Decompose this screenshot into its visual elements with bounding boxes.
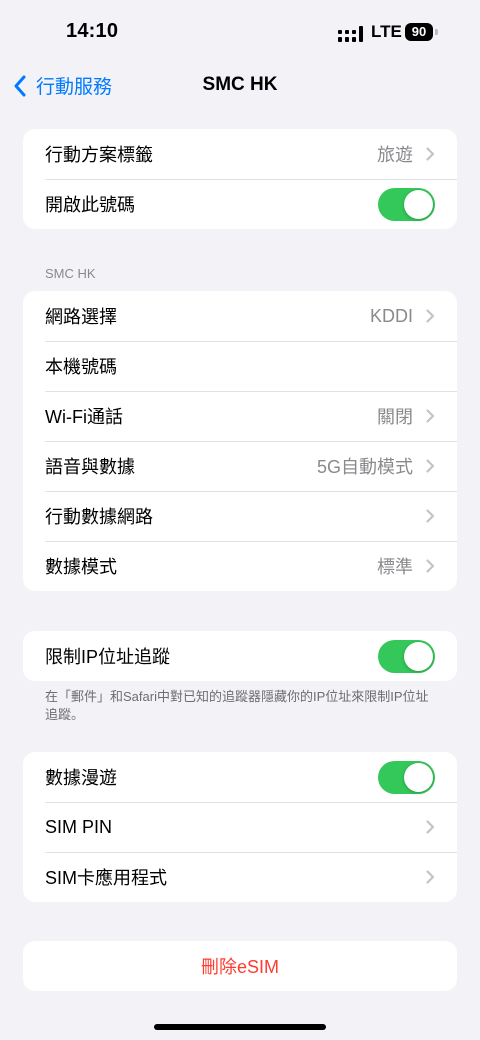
row-value: 關閉	[377, 407, 413, 427]
limit-ip-tracking-toggle[interactable]	[378, 640, 435, 673]
ip-tracking-group: 限制IP位址追蹤	[23, 631, 457, 681]
plan-label-row[interactable]: 行動方案標籤 旅遊	[23, 129, 457, 179]
delete-esim-button[interactable]: 刪除eSIM	[23, 941, 457, 991]
row-label: 數據漫遊	[45, 768, 117, 788]
my-number-row[interactable]: 本機號碼	[23, 341, 457, 391]
cellular-data-network-row[interactable]: 行動數據網路	[23, 491, 457, 541]
row-label: 語音與數據	[45, 457, 135, 477]
row-label: Wi-Fi通話	[45, 407, 123, 427]
row-label: SIM卡應用程式	[45, 868, 168, 888]
row-label: 限制IP位址追蹤	[45, 647, 171, 667]
home-indicator[interactable]	[154, 1024, 326, 1030]
chevron-right-icon	[426, 509, 435, 523]
navigation-bar: 行動服務 SMC HK	[0, 64, 480, 108]
battery-tip	[435, 29, 438, 35]
data-roaming-toggle[interactable]	[378, 761, 435, 794]
section-header: SMC HK	[45, 266, 96, 281]
row-label: 行動數據網路	[45, 507, 153, 527]
row-value: 標準	[377, 557, 413, 577]
delete-esim-label: 刪除eSIM	[200, 957, 279, 977]
chevron-right-icon	[426, 309, 435, 323]
data-mode-row[interactable]: 數據模式 標準	[23, 541, 457, 591]
network-selection-row[interactable]: 網路選擇 KDDI	[23, 291, 457, 341]
wifi-calling-row[interactable]: Wi-Fi通話 關閉	[23, 391, 457, 441]
section-footer: 在「郵件」和Safari中對已知的追蹤器隱藏你的IP位址來限制IP位址追蹤。	[45, 689, 429, 722]
chevron-right-icon	[426, 147, 435, 161]
page-title: SMC HK	[202, 74, 278, 95]
turn-on-line-toggle[interactable]	[378, 188, 435, 221]
network-type: LTE	[371, 22, 402, 41]
chevron-right-icon	[426, 459, 435, 473]
toggle-knob	[404, 763, 433, 792]
row-label: 開啟此號碼	[45, 195, 135, 215]
turn-on-line-row: 開啟此號碼	[23, 179, 457, 229]
row-label: 數據模式	[45, 557, 117, 577]
row-value: KDDI	[369, 305, 413, 326]
voice-data-row[interactable]: 語音與數據 5G自動模式	[23, 441, 457, 491]
roaming-sim-group: 數據漫遊 SIM PIN SIM卡應用程式	[23, 752, 457, 902]
toggle-knob	[404, 190, 433, 219]
chevron-right-icon	[426, 409, 435, 423]
carrier-group: 網路選擇 KDDI 本機號碼 Wi-Fi通話 關閉 語音與數據 5G自動模式 行…	[23, 291, 457, 591]
battery-icon: 90	[405, 23, 433, 41]
row-label: 行動方案標籤	[45, 145, 153, 165]
chevron-right-icon	[426, 820, 435, 834]
sim-pin-row[interactable]: SIM PIN	[23, 802, 457, 852]
plan-group: 行動方案標籤 旅遊 開啟此號碼	[23, 129, 457, 229]
row-label: SIM PIN	[45, 816, 113, 837]
cellular-signal-icon	[338, 26, 363, 42]
status-bar: 14:10 LTE 90	[0, 0, 480, 64]
row-label: 網路選擇	[45, 307, 117, 327]
chevron-right-icon	[426, 870, 435, 884]
row-label: 本機號碼	[45, 357, 117, 377]
battery-level: 90	[411, 24, 427, 39]
data-roaming-row: 數據漫遊	[23, 752, 457, 802]
sim-applications-row[interactable]: SIM卡應用程式	[23, 852, 457, 902]
chevron-right-icon	[426, 559, 435, 573]
toggle-knob	[404, 642, 433, 671]
limit-ip-tracking-row: 限制IP位址追蹤	[23, 631, 457, 681]
row-value: 5G自動模式	[316, 457, 413, 477]
row-value: 旅遊	[377, 145, 413, 165]
status-time: 14:10	[66, 20, 119, 42]
